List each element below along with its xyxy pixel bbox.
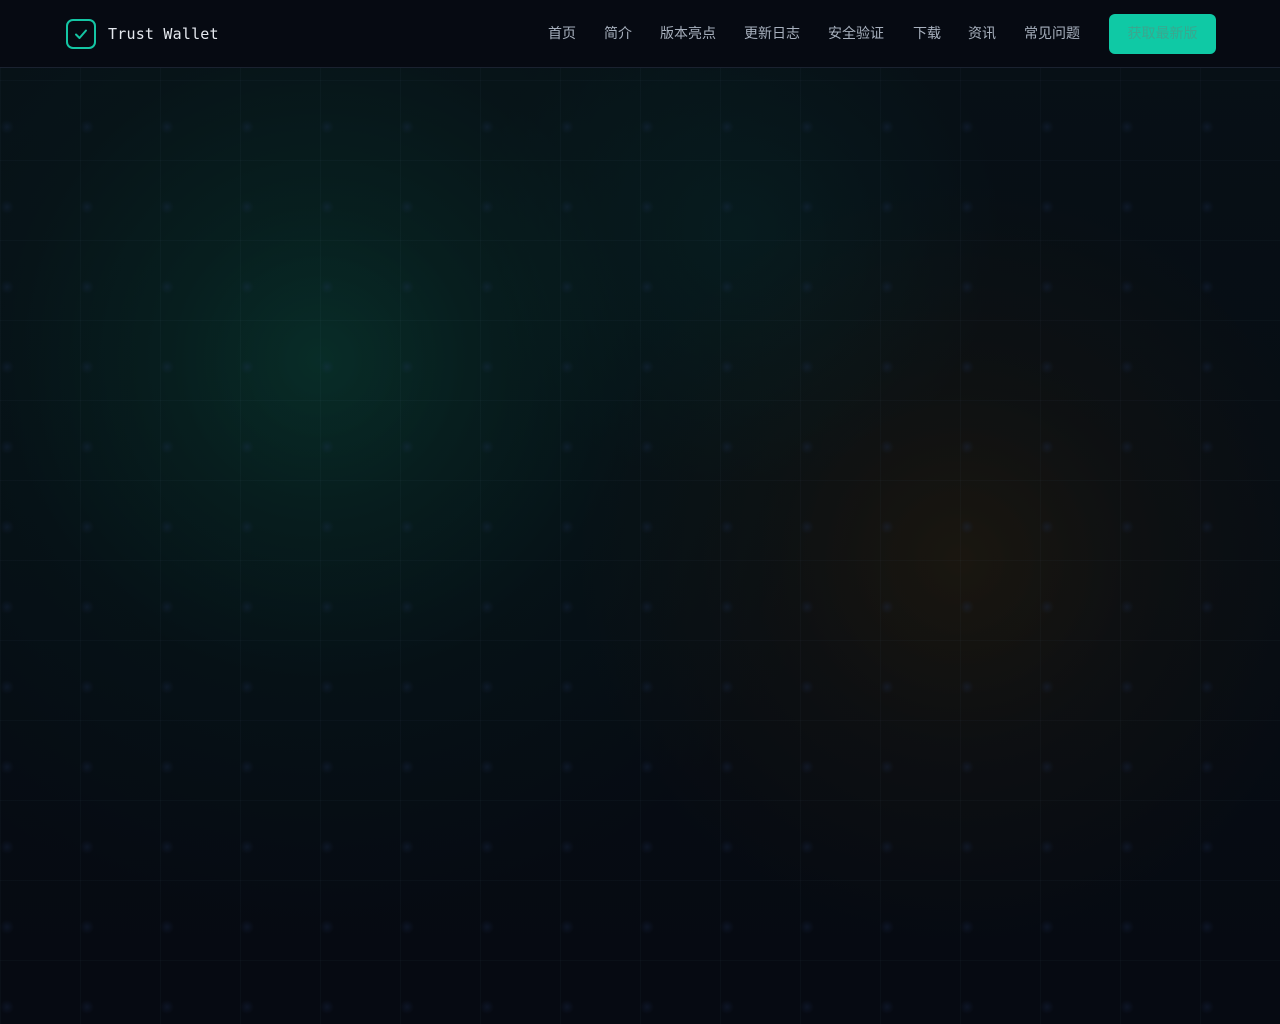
check-badge-icon (66, 19, 96, 49)
brand-logo-link[interactable]: Trust Wallet (66, 18, 219, 50)
nav-item-news[interactable]: 资讯 (968, 22, 996, 46)
nav-item-home[interactable]: 首页 (548, 22, 576, 46)
nav-item-faq[interactable]: 常见问题 (1024, 22, 1080, 46)
site-header: Trust Wallet 首页 简介 版本亮点 更新日志 安全验证 下载 资讯 … (0, 0, 1280, 68)
background-dot-pattern (0, 0, 1280, 1024)
get-latest-version-button[interactable]: 获取最新版 (1109, 14, 1216, 54)
nav-item-changelog[interactable]: 更新日志 (744, 22, 800, 46)
nav-item-download[interactable]: 下载 (913, 22, 941, 46)
nav-item-security[interactable]: 安全验证 (828, 22, 884, 46)
checkmark-icon (75, 29, 87, 39)
nav-item-highlights[interactable]: 版本亮点 (660, 22, 716, 46)
brand-name: Trust Wallet (108, 25, 219, 43)
nav-item-intro[interactable]: 简介 (604, 22, 632, 46)
